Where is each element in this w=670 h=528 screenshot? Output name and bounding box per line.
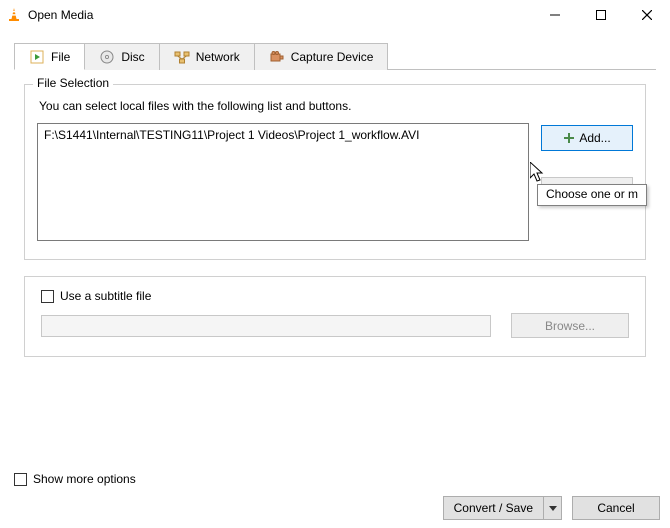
tab-disc-label: Disc xyxy=(121,50,144,64)
add-button-tooltip: Choose one or m xyxy=(537,184,647,206)
subtitle-path-input xyxy=(41,315,491,337)
tab-capture[interactable]: Capture Device xyxy=(254,43,389,70)
subtitle-checkbox[interactable] xyxy=(41,290,54,303)
disc-icon xyxy=(99,49,115,65)
minimize-button[interactable] xyxy=(532,0,578,30)
tooltip-text: Choose one or m xyxy=(546,187,638,201)
subtitle-group: Use a subtitle file Browse... xyxy=(24,276,646,357)
file-selection-group: File Selection You can select local file… xyxy=(24,84,646,260)
tab-bar: File Disc Network xyxy=(14,42,656,70)
close-button[interactable] xyxy=(624,0,670,30)
convert-save-split-button[interactable]: Convert / Save xyxy=(443,496,562,520)
more-options-label: Show more options xyxy=(33,472,136,486)
vlc-cone-icon xyxy=(6,7,22,23)
tab-capture-label: Capture Device xyxy=(291,50,374,64)
add-button-label: Add... xyxy=(579,131,610,145)
file-selection-title: File Selection xyxy=(33,76,113,90)
titlebar: Open Media xyxy=(0,0,670,30)
subtitle-checkbox-label: Use a subtitle file xyxy=(60,289,151,303)
file-play-icon xyxy=(29,49,45,65)
tab-file[interactable]: File xyxy=(14,43,85,70)
file-list[interactable]: F:\S1441\Internal\TESTING11\Project 1 Vi… xyxy=(37,123,529,241)
add-button[interactable]: Add... xyxy=(541,125,633,151)
tab-disc[interactable]: Disc xyxy=(84,43,159,70)
file-selection-hint: You can select local files with the foll… xyxy=(39,99,633,113)
file-list-entry[interactable]: F:\S1441\Internal\TESTING11\Project 1 Vi… xyxy=(44,128,522,142)
tab-file-label: File xyxy=(51,50,70,64)
browse-button-label: Browse... xyxy=(545,319,595,333)
more-options-checkbox[interactable] xyxy=(14,473,27,486)
cancel-button[interactable]: Cancel xyxy=(572,496,660,520)
convert-save-button[interactable]: Convert / Save xyxy=(443,496,544,520)
convert-save-label: Convert / Save xyxy=(454,501,533,515)
tab-network-label: Network xyxy=(196,50,240,64)
network-icon xyxy=(174,49,190,65)
cancel-label: Cancel xyxy=(597,501,634,515)
plus-icon xyxy=(563,132,575,144)
convert-save-dropdown[interactable] xyxy=(544,496,562,520)
maximize-button[interactable] xyxy=(578,0,624,30)
main-panel: File Selection You can select local file… xyxy=(14,70,656,383)
window-title: Open Media xyxy=(28,8,93,22)
capture-device-icon xyxy=(269,49,285,65)
bottom-area: Show more options Convert / Save Cancel xyxy=(10,472,660,520)
tab-network[interactable]: Network xyxy=(159,43,255,70)
chevron-down-icon xyxy=(549,501,557,515)
browse-button: Browse... xyxy=(511,313,629,338)
